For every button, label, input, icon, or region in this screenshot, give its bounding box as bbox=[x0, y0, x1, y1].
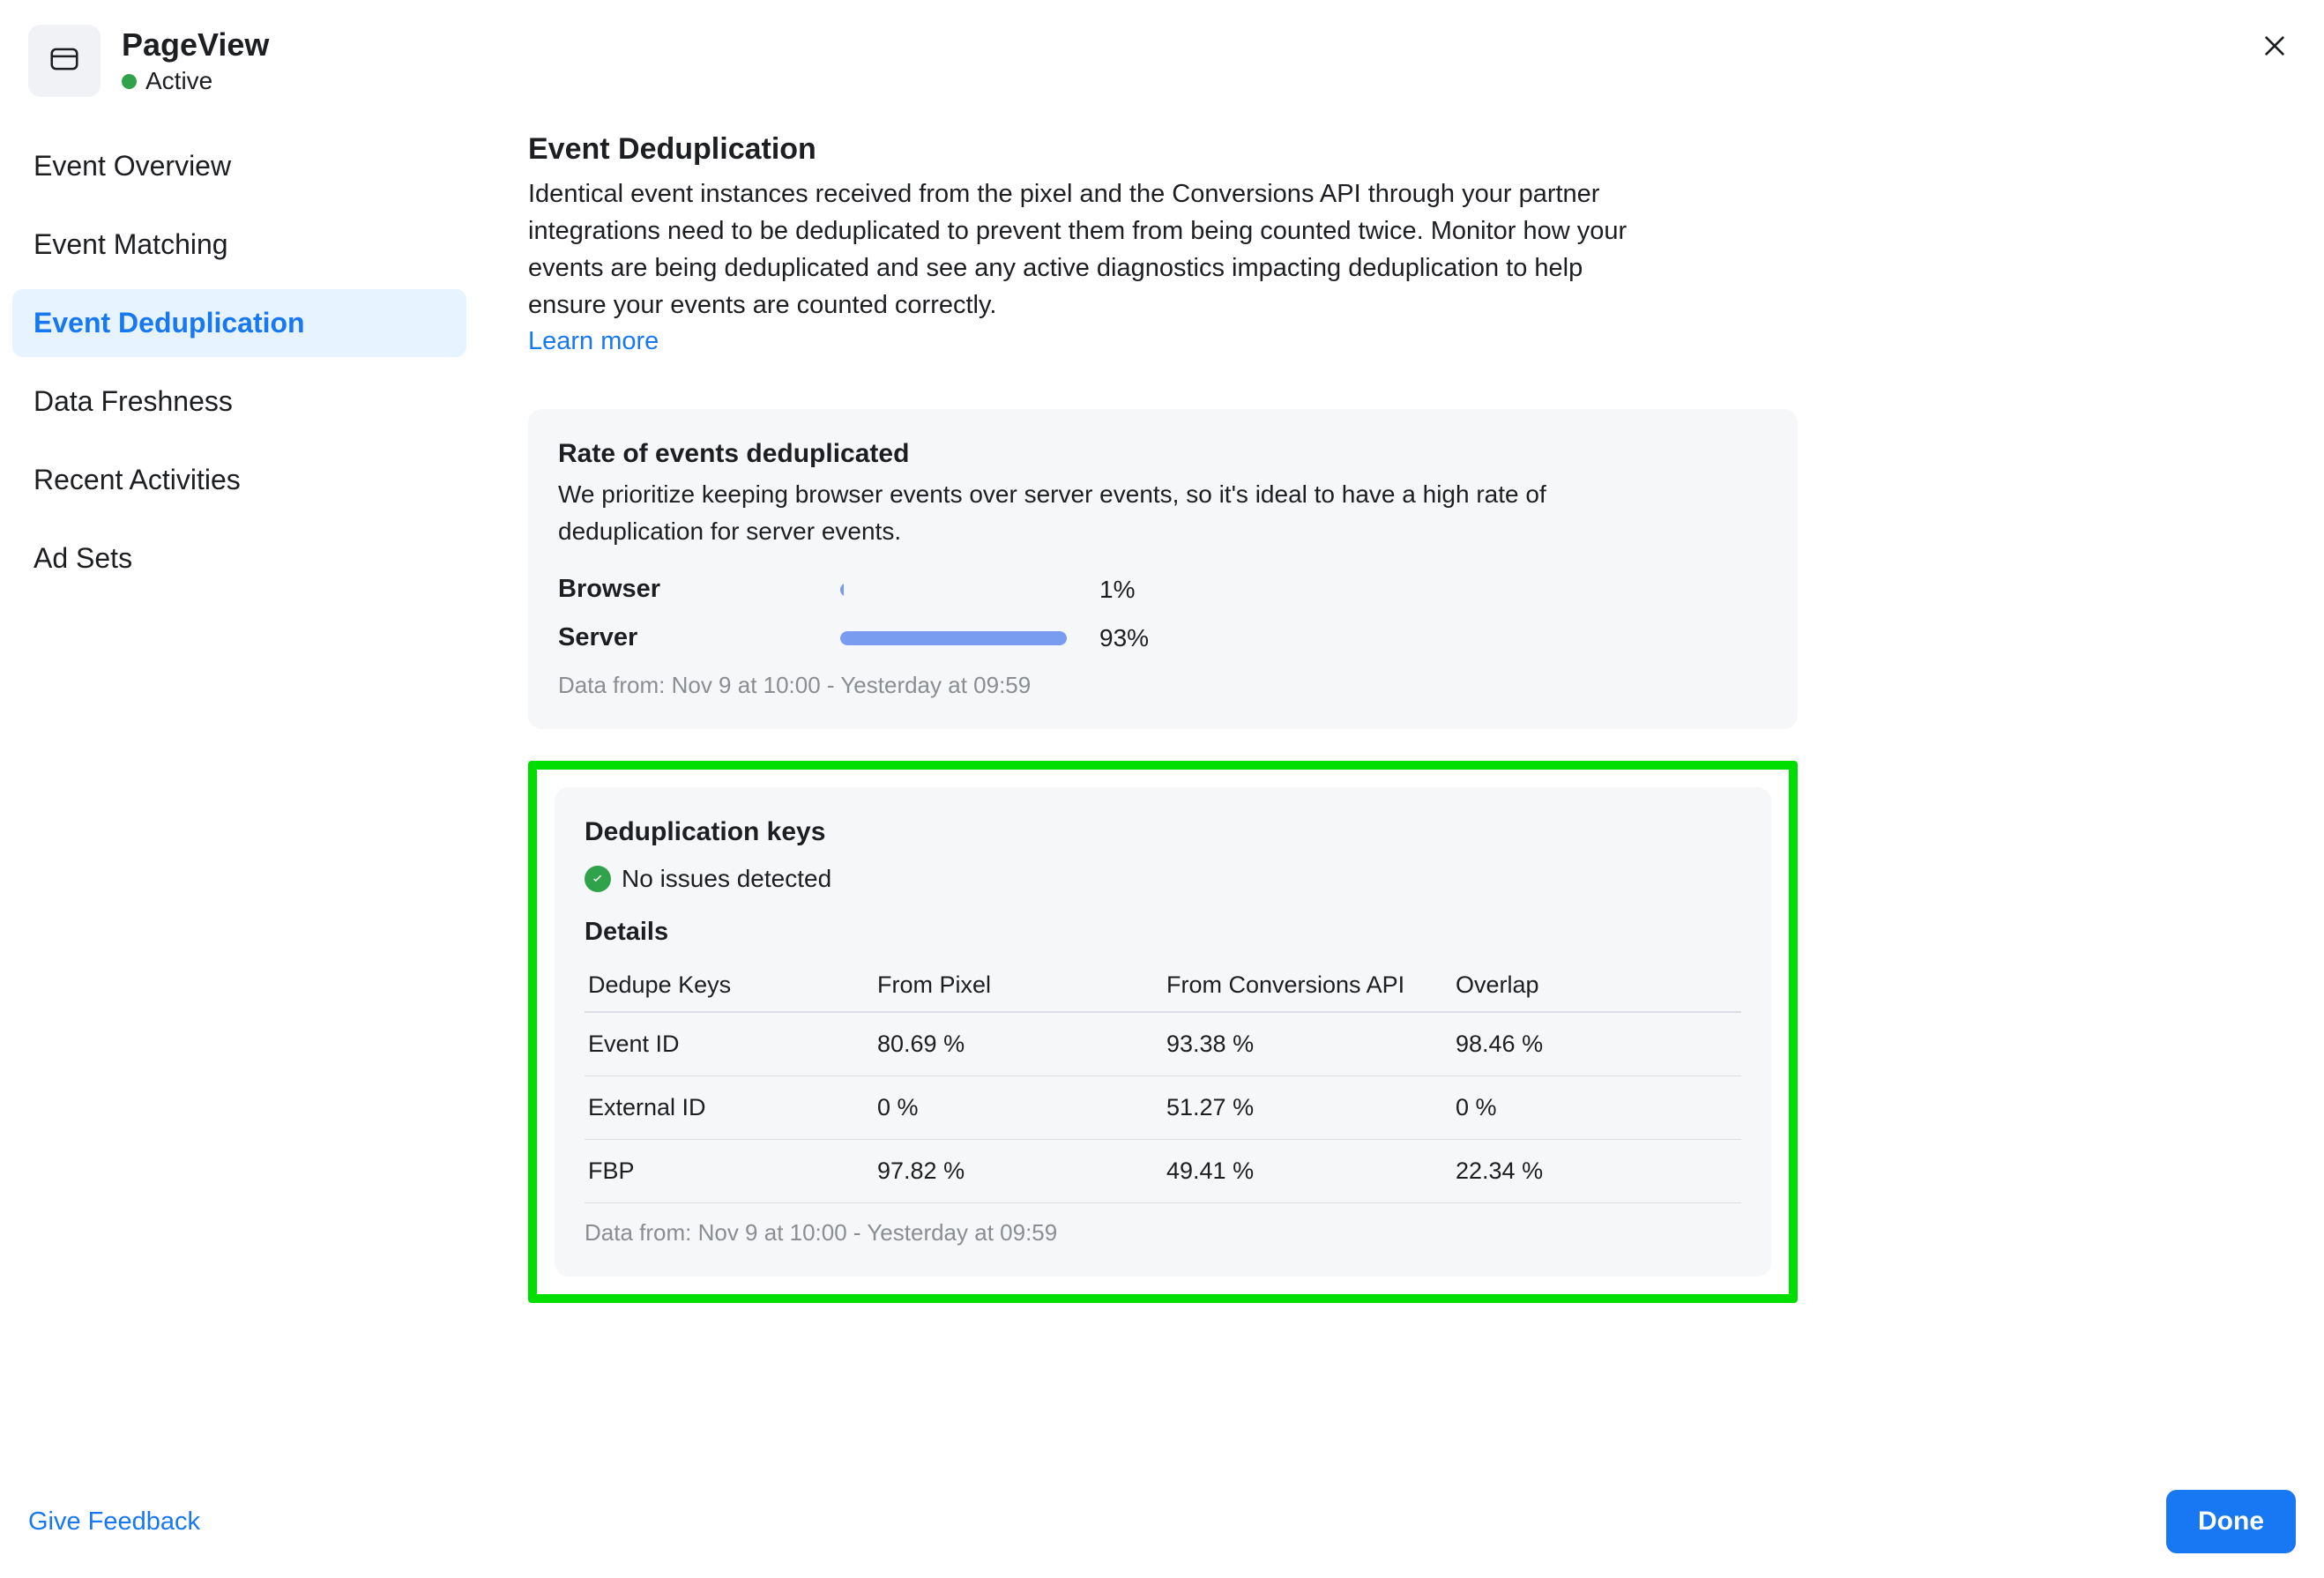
close-button[interactable] bbox=[2253, 25, 2296, 71]
status-dot-icon bbox=[122, 74, 137, 89]
dedup-table: Dedupe Keys From Pixel From Conversions … bbox=[585, 959, 1741, 1203]
cell-from-pixel: 0 % bbox=[874, 1076, 1163, 1140]
section-title: Event Deduplication bbox=[528, 132, 1798, 167]
col-dedupe-keys: Dedupe Keys bbox=[585, 959, 874, 1012]
rate-bar-server bbox=[840, 631, 1084, 645]
keys-data-from: Data from: Nov 9 at 10:00 - Yesterday at… bbox=[585, 1219, 1741, 1247]
sidebar-item-recent-activities[interactable]: Recent Activities bbox=[12, 446, 466, 514]
rate-data-from: Data from: Nov 9 at 10:00 - Yesterday at… bbox=[558, 672, 1768, 699]
cell-key: Event ID bbox=[585, 1012, 874, 1076]
learn-more-link[interactable]: Learn more bbox=[528, 327, 659, 356]
sidebar-item-label: Data Freshness bbox=[34, 385, 233, 417]
rate-label: Browser bbox=[558, 575, 840, 604]
cell-overlap: 98.46 % bbox=[1452, 1012, 1741, 1076]
page-title: PageView bbox=[122, 26, 269, 63]
section-description: Identical event instances received from … bbox=[528, 175, 1657, 324]
body-area: Event Overview Event Matching Event Dedu… bbox=[28, 132, 2296, 1553]
status-text: Active bbox=[145, 67, 212, 95]
footer: Give Feedback Done bbox=[28, 1490, 2296, 1553]
cell-key: FBP bbox=[585, 1140, 874, 1203]
sidebar-item-ad-sets[interactable]: Ad Sets bbox=[12, 525, 466, 592]
done-button[interactable]: Done bbox=[2166, 1490, 2296, 1553]
rate-card-subtitle: We prioritize keeping browser events ove… bbox=[558, 476, 1616, 550]
rate-row-browser: Browser 1% bbox=[558, 575, 1768, 604]
highlighted-wrapper: Deduplication keys No issues detected De… bbox=[528, 761, 1798, 1303]
table-row: External ID 0 % 51.27 % 0 % bbox=[585, 1076, 1741, 1140]
rate-row-server: Server 93% bbox=[558, 623, 1768, 652]
cell-key: External ID bbox=[585, 1076, 874, 1140]
details-label: Details bbox=[585, 918, 1741, 947]
page-icon bbox=[48, 42, 81, 80]
sidebar-item-label: Ad Sets bbox=[34, 542, 132, 574]
header-left: PageView Active bbox=[28, 25, 269, 97]
cell-overlap: 0 % bbox=[1452, 1076, 1741, 1140]
table-row: FBP 97.82 % 49.41 % 22.34 % bbox=[585, 1140, 1741, 1203]
keys-status-row: No issues detected bbox=[585, 865, 1741, 893]
keys-card: Deduplication keys No issues detected De… bbox=[555, 787, 1771, 1277]
rate-bar-browser bbox=[840, 583, 1084, 597]
sidebar: Event Overview Event Matching Event Dedu… bbox=[12, 132, 466, 1553]
rate-value: 93% bbox=[1099, 624, 1149, 652]
cell-from-pixel: 97.82 % bbox=[874, 1140, 1163, 1203]
cell-from-capi: 51.27 % bbox=[1163, 1076, 1452, 1140]
close-icon bbox=[2261, 32, 2289, 60]
sidebar-item-label: Recent Activities bbox=[34, 464, 241, 495]
rate-value: 1% bbox=[1099, 576, 1135, 604]
rate-card: Rate of events deduplicated We prioritiz… bbox=[528, 409, 1798, 729]
main-content: Event Deduplication Identical event inst… bbox=[528, 132, 1798, 1553]
sidebar-item-label: Event Matching bbox=[34, 228, 228, 260]
sidebar-item-label: Event Overview bbox=[34, 150, 231, 182]
sidebar-item-data-freshness[interactable]: Data Freshness bbox=[12, 368, 466, 435]
cell-from-pixel: 80.69 % bbox=[874, 1012, 1163, 1076]
keys-status-text: No issues detected bbox=[622, 865, 831, 893]
sidebar-item-event-matching[interactable]: Event Matching bbox=[12, 211, 466, 279]
page-icon-box bbox=[28, 25, 101, 97]
rate-bar-fill bbox=[840, 583, 844, 597]
give-feedback-link[interactable]: Give Feedback bbox=[28, 1507, 200, 1537]
cell-from-capi: 49.41 % bbox=[1163, 1140, 1452, 1203]
cell-from-capi: 93.38 % bbox=[1163, 1012, 1452, 1076]
col-overlap: Overlap bbox=[1452, 959, 1741, 1012]
check-circle-icon bbox=[585, 866, 611, 892]
rate-bar-fill bbox=[840, 631, 1067, 645]
col-from-pixel: From Pixel bbox=[874, 959, 1163, 1012]
table-row: Event ID 80.69 % 93.38 % 98.46 % bbox=[585, 1012, 1741, 1076]
sidebar-item-event-deduplication[interactable]: Event Deduplication bbox=[12, 289, 466, 357]
status-row: Active bbox=[122, 67, 269, 95]
col-from-capi: From Conversions API bbox=[1163, 959, 1452, 1012]
cell-overlap: 22.34 % bbox=[1452, 1140, 1741, 1203]
rate-card-title: Rate of events deduplicated bbox=[558, 439, 1768, 469]
sidebar-item-event-overview[interactable]: Event Overview bbox=[12, 132, 466, 200]
rate-label: Server bbox=[558, 623, 840, 652]
header: PageView Active bbox=[28, 25, 2296, 97]
sidebar-item-label: Event Deduplication bbox=[34, 307, 305, 339]
table-header-row: Dedupe Keys From Pixel From Conversions … bbox=[585, 959, 1741, 1012]
title-block: PageView Active bbox=[122, 26, 269, 95]
keys-card-title: Deduplication keys bbox=[585, 817, 1741, 847]
